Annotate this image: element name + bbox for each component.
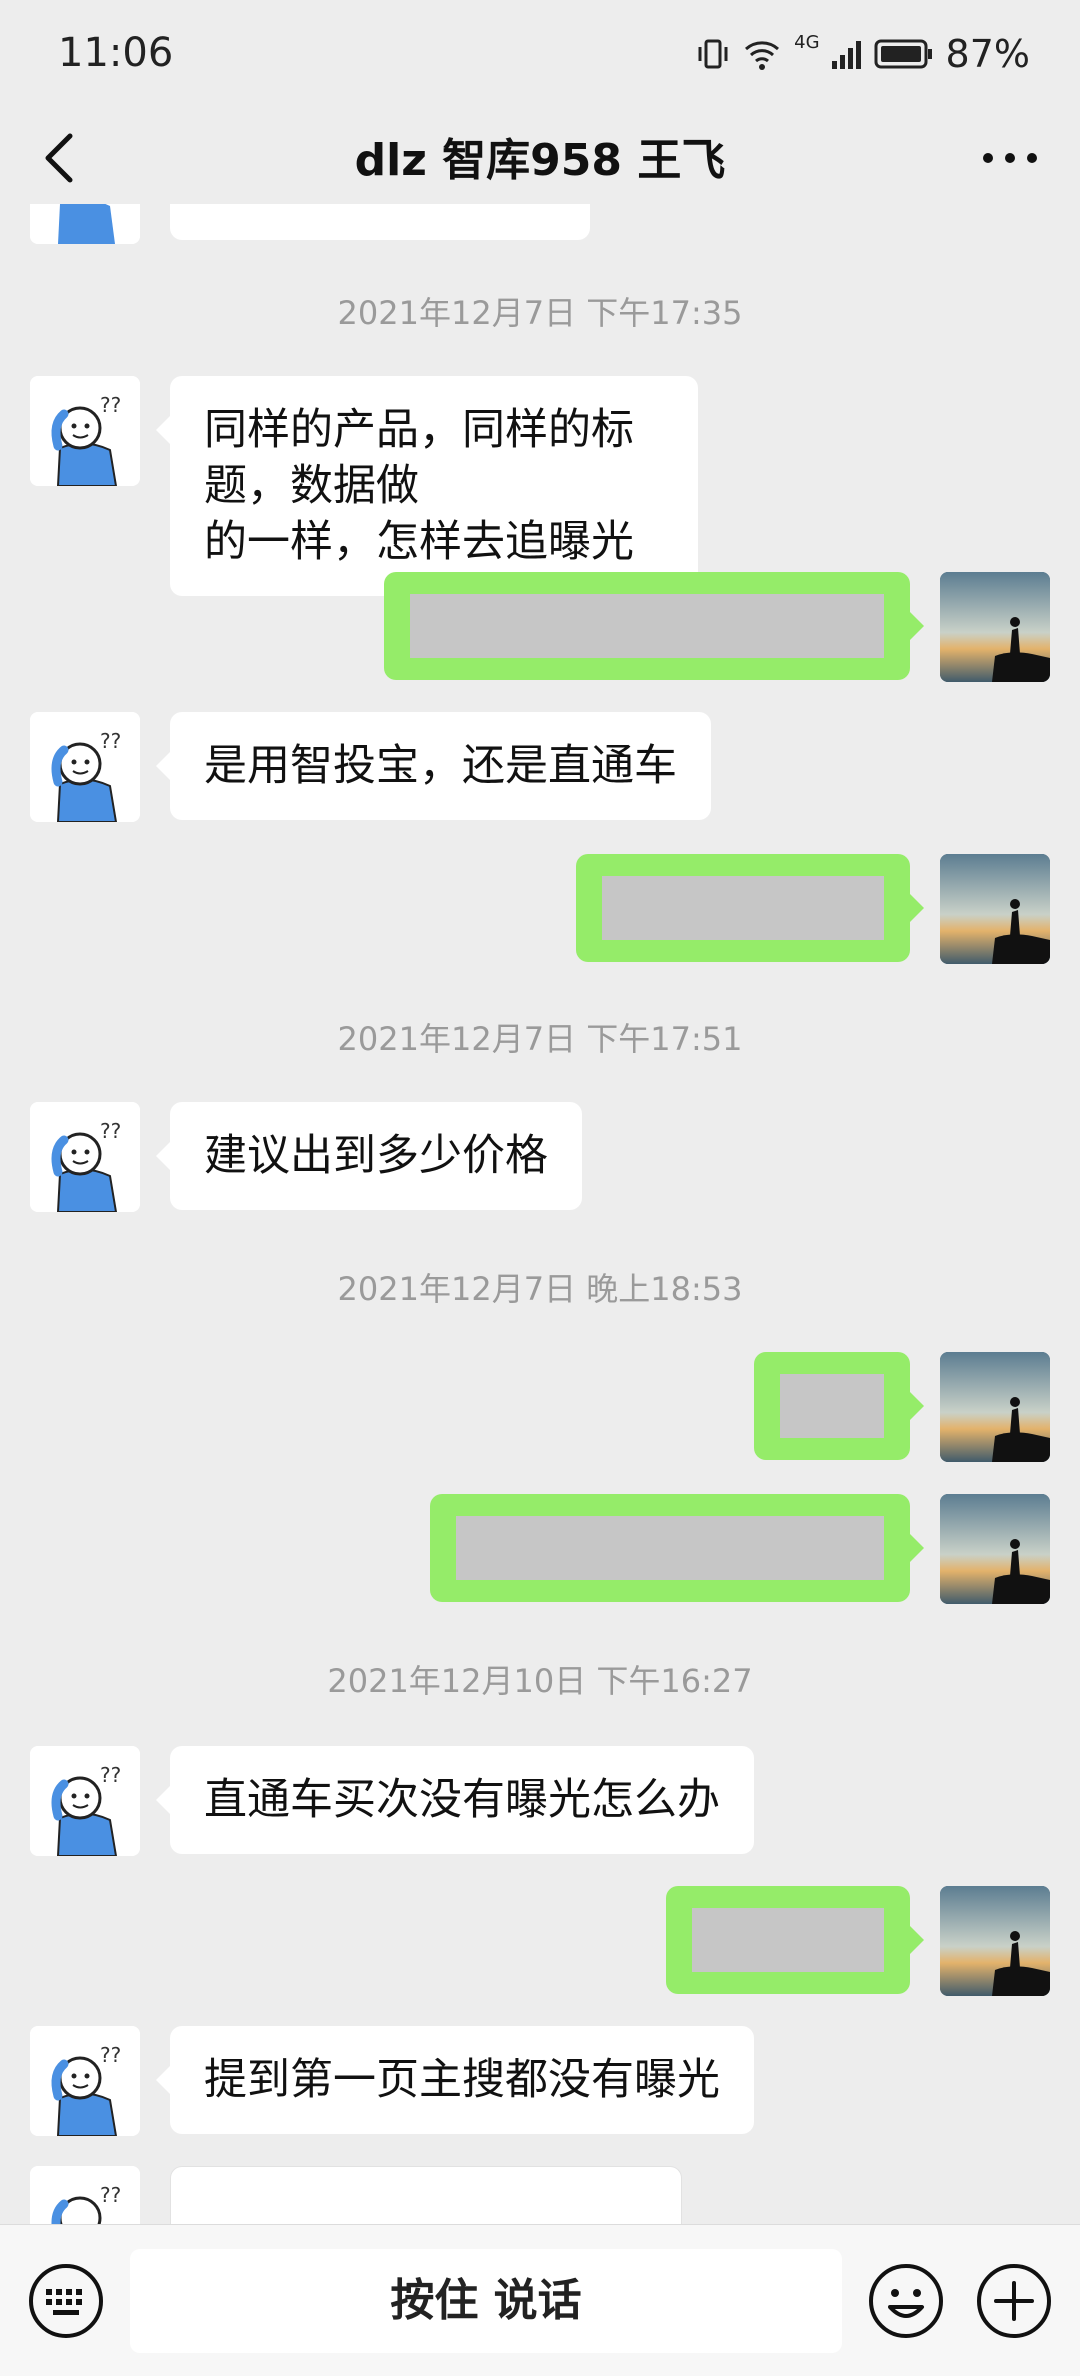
contact-avatar[interactable]: ??: [30, 2026, 140, 2136]
emoji-button[interactable]: [866, 2261, 946, 2341]
received-message[interactable]: 提到第一页主搜都没有曝光: [156, 2026, 754, 2134]
my-avatar[interactable]: [940, 572, 1050, 682]
contact-avatar[interactable]: ??: [30, 1102, 140, 1212]
redacted-content: [780, 1374, 884, 1438]
my-avatar[interactable]: [940, 854, 1050, 964]
wifi-icon: [745, 41, 780, 70]
avatar-image: ??: [30, 376, 140, 486]
avatar-image: ??: [30, 2166, 140, 2224]
received-message[interactable]: 直通车买次没有曝光怎么办: [156, 1746, 754, 1854]
svg-text:??: ??: [100, 1763, 121, 1787]
more-icon: [983, 153, 1037, 163]
contact-avatar[interactable]: ??: [30, 712, 140, 822]
hold-to-talk-button[interactable]: 按住 说话: [130, 2249, 842, 2353]
plus-icon: [977, 2264, 1051, 2338]
avatar-image: ??: [30, 1102, 140, 1212]
svg-text:??: ??: [100, 729, 121, 753]
partial-message: [170, 204, 590, 240]
status-time: 11:06: [58, 30, 174, 76]
status-icons: 4G 87%: [696, 30, 1030, 78]
received-message[interactable]: 同样的产品，同样的标题，数据做 的一样，怎样去追曝光: [156, 376, 698, 596]
redacted-content: [692, 1908, 884, 1972]
avatar-image: [940, 1352, 1050, 1462]
sent-message[interactable]: [576, 854, 924, 962]
message-text: 同样的产品，同样的标题，数据做: [204, 405, 634, 511]
svg-text:??: ??: [100, 2183, 121, 2207]
sent-message[interactable]: [666, 1886, 924, 1994]
contact-avatar[interactable]: ??: [30, 1746, 140, 1856]
avatar-image: [940, 1494, 1050, 1604]
signal-icon: [831, 41, 861, 69]
battery-icon: [874, 39, 932, 69]
keyboard-icon: [29, 2264, 103, 2338]
sent-message[interactable]: [754, 1352, 924, 1460]
svg-text:??: ??: [100, 2043, 121, 2067]
avatar-image: [30, 204, 140, 244]
redacted-content: [602, 876, 884, 940]
sent-message[interactable]: [384, 572, 924, 680]
message-list[interactable]: 2021年12月7日 下午17:35 ?? 同样的产品，同样的标题，数据做 的一…: [0, 204, 1080, 2224]
avatar-image: [940, 572, 1050, 682]
svg-text:??: ??: [100, 393, 121, 417]
redacted-content: [410, 594, 884, 658]
timestamp: 2021年12月7日 晚上18:53: [337, 1270, 743, 1308]
partial-message: [170, 2166, 682, 2224]
message-text: 的一样，怎样去追曝光: [204, 517, 634, 567]
timestamp: 2021年12月7日 下午17:35: [337, 294, 743, 332]
more-functions-button[interactable]: [974, 2261, 1054, 2341]
my-avatar[interactable]: [940, 1352, 1050, 1462]
keyboard-button[interactable]: [26, 2261, 106, 2341]
vibrate-icon: [698, 39, 728, 69]
my-avatar[interactable]: [940, 1494, 1050, 1604]
input-bar: 按住 说话: [0, 2224, 1080, 2376]
received-message[interactable]: 是用智投宝，还是直通车: [156, 712, 711, 820]
redacted-content: [456, 1516, 884, 1580]
avatar-image: ??: [30, 1746, 140, 1856]
sent-message[interactable]: [430, 1494, 924, 1602]
avatar-image: [940, 854, 1050, 964]
network-type: 4G: [794, 32, 820, 53]
my-avatar[interactable]: [940, 1886, 1050, 1996]
chat-header: dlz 智库958 王飞: [0, 108, 1080, 204]
battery-level: 87%: [945, 32, 1030, 76]
received-message[interactable]: 建议出到多少价格: [156, 1102, 582, 1210]
timestamp: 2021年12月10日 下午16:27: [327, 1662, 753, 1700]
avatar-image: ??: [30, 2026, 140, 2136]
contact-avatar[interactable]: [30, 204, 140, 244]
timestamp: 2021年12月7日 下午17:51: [337, 1020, 743, 1058]
contact-avatar[interactable]: ??: [30, 2166, 140, 2224]
emoji-icon: [869, 2264, 943, 2338]
status-bar: 11:06 4G 87%: [0, 0, 1080, 108]
svg-text:??: ??: [100, 1119, 121, 1143]
contact-avatar[interactable]: ??: [30, 376, 140, 486]
more-button[interactable]: [970, 126, 1050, 190]
avatar-image: [940, 1886, 1050, 1996]
avatar-image: ??: [30, 712, 140, 822]
chat-title: dlz 智库958 王飞: [354, 135, 726, 186]
